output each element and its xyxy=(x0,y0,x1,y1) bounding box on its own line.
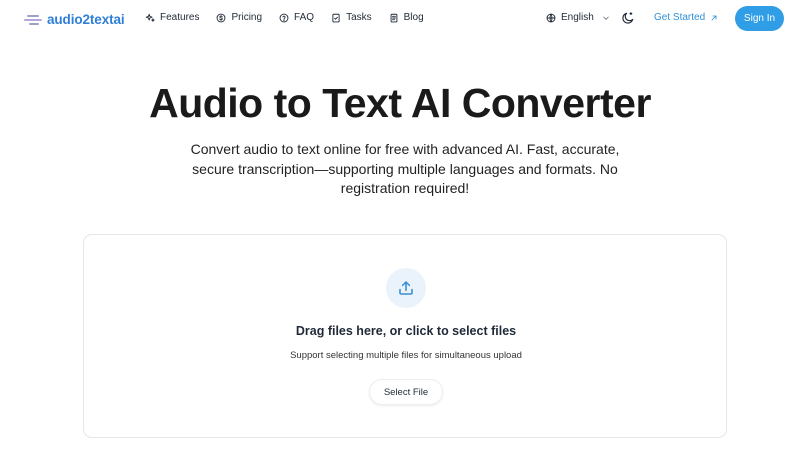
nav-features[interactable]: Features xyxy=(145,12,199,23)
document-icon xyxy=(390,13,397,22)
main-nav: Features Pricing FAQ Tasks Blog xyxy=(145,12,424,23)
nav-features-label: Features xyxy=(160,12,200,23)
language-label: English xyxy=(561,12,594,23)
language-selector[interactable]: English xyxy=(546,12,610,23)
get-started-label: Get Started xyxy=(654,12,706,23)
page-title: Audio to Text AI Converter xyxy=(149,80,651,126)
sparkles-icon xyxy=(145,13,155,22)
theme-toggle-moon-icon[interactable] xyxy=(621,11,635,25)
drop-zone-title: Drag files here, or click to select file… xyxy=(295,324,517,338)
nav-faq[interactable]: FAQ xyxy=(279,12,314,23)
get-started-link[interactable]: Get Started xyxy=(654,12,718,23)
nav-tasks-label: Tasks xyxy=(346,12,372,23)
select-file-button[interactable]: Select File xyxy=(369,379,443,405)
file-drop-zone[interactable]: Drag files here, or click to select file… xyxy=(83,234,727,438)
upload-icon-circle xyxy=(386,268,426,308)
top-navbar: audio2textai Features Pricing FAQ Tasks … xyxy=(0,0,800,38)
nav-pricing-label: Pricing xyxy=(231,12,263,23)
nav-pricing[interactable]: Pricing xyxy=(216,12,262,23)
chevron-down-icon xyxy=(603,16,609,20)
drop-zone-subtitle: Support selecting multiple files for sim… xyxy=(290,350,522,361)
nav-tasks[interactable]: Tasks xyxy=(331,12,372,23)
nav-blog-label: Blog xyxy=(403,12,424,23)
dollar-circle-icon xyxy=(217,13,226,22)
globe-icon xyxy=(546,13,556,22)
nav-blog[interactable]: Blog xyxy=(389,12,424,23)
upload-icon xyxy=(399,281,413,295)
nav-faq-label: FAQ xyxy=(294,12,315,23)
question-circle-icon xyxy=(279,13,289,22)
sign-in-button[interactable]: Sign In xyxy=(735,6,784,31)
arrow-up-right-icon xyxy=(711,15,717,20)
logo-text: audio2textai xyxy=(47,11,125,27)
logo-waveform-icon xyxy=(22,11,44,27)
logo[interactable]: audio2textai xyxy=(22,11,125,27)
page-subtitle: Convert audio to text online for free wi… xyxy=(190,141,620,196)
clipboard-check-icon xyxy=(332,13,340,22)
